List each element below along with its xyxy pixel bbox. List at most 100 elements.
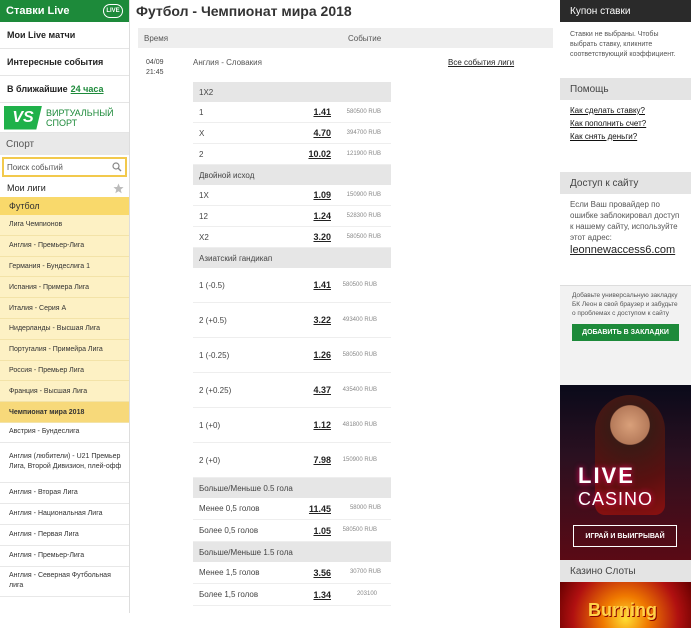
all-league-events-link[interactable]: Все события лиги — [448, 58, 514, 67]
stake-sum: 528300 RUB — [346, 212, 381, 219]
odds-row: 12 1.24 528300 RUB — [193, 206, 391, 227]
other-leagues-list: Австрия - Бундеслига Англия (любители) -… — [0, 422, 129, 597]
my-live-matches-link[interactable]: Мои Live матчи — [0, 22, 129, 49]
odds-row: 1 (+0) 1.12 481800 RUB — [193, 408, 391, 443]
outcome-label: 2 (+0) — [199, 455, 221, 465]
site-access-header: Доступ к сайту — [560, 172, 691, 194]
outcome-label: 1 (-0.25) — [199, 350, 230, 360]
odds-value[interactable]: 1.41 — [289, 107, 331, 117]
odds-value[interactable]: 4.70 — [289, 128, 331, 138]
market-header: Больше/Меньше 0.5 гола — [193, 478, 391, 498]
outcome-label: 1 — [199, 107, 204, 117]
outcome-label: 2 — [199, 149, 204, 159]
league-item[interactable]: Франция - Высшая Лига — [0, 381, 129, 403]
casino-live-text: LIVE — [578, 463, 635, 488]
markets-list: 1X2 1 1.41 580500 RUB X 4.70 394700 RUB 2 10.02 1… — [193, 82, 391, 606]
col-time: Время — [144, 34, 169, 43]
league-item[interactable]: Испания - Примера Лига — [0, 277, 129, 299]
league-item[interactable]: Португалия - Примейра Лига — [0, 339, 129, 361]
outcome-label: 1 (+0) — [199, 420, 221, 430]
odds-row: Более 0,5 голов 1.05 580500 RUB — [193, 520, 391, 542]
odds-value[interactable]: 1.34 — [289, 590, 331, 600]
site-access-text: Если Ваш провайдер по ошибке заблокирова… — [570, 200, 680, 242]
league-item[interactable]: Германия - Бундеслига 1 — [0, 256, 129, 278]
odds-row: 2 (+0) 7.98 150900 RUB — [193, 443, 391, 478]
odds-value[interactable]: 10.02 — [289, 149, 331, 159]
league-item[interactable]: Россия - Премьер Лига — [0, 360, 129, 382]
add-bookmark-button[interactable]: ДОБАВИТЬ В ЗАКЛАДКИ — [572, 324, 679, 341]
live-bets-header[interactable]: Ставки Live LIVE — [0, 0, 129, 22]
my-leagues-row[interactable]: Мои лиги — [0, 179, 129, 197]
odds-row: 2 (+0.5) 3.22 493400 RUB — [193, 303, 391, 338]
event-search-input[interactable]: Поиск событий — [2, 157, 127, 177]
stake-sum: 150900 RUB — [346, 191, 381, 198]
help-link[interactable]: Как снять деньги? — [570, 132, 681, 145]
stake-sum: 580500 RUB — [342, 281, 377, 288]
odds-row: 1 (-0.25) 1.26 580500 RUB — [193, 338, 391, 373]
virtual-line-1: ВИРТУАЛЬНЫЙ — [46, 107, 114, 118]
odds-value[interactable]: 1.09 — [289, 190, 331, 200]
league-item[interactable]: Англия - Премьер-Лига — [0, 235, 129, 257]
odds-row: 2 10.02 121900 RUB — [193, 144, 391, 165]
market-header: Больше/Меньше 1.5 гола — [193, 542, 391, 562]
league-item[interactable]: Англия (любители) - U21 Премьер Лига, Вт… — [0, 442, 129, 483]
play-and-win-button[interactable]: ИГРАЙ И ВЫИГРЫВАЙ — [573, 525, 677, 547]
odds-row: 2 (+0.25) 4.37 435400 RUB — [193, 373, 391, 408]
live-casino-banner[interactable]: LIVE CASINO ИГРАЙ И ВЫИГРЫВАЙ — [560, 385, 691, 560]
odds-value[interactable]: 11.45 — [289, 504, 331, 514]
bet-coupon-header: Купон ставки — [560, 0, 691, 22]
virtual-sport-banner[interactable]: VS ВИРТУАЛЬНЫЙ СПОРТ — [0, 103, 129, 133]
interesting-events-link[interactable]: Интересные события — [0, 49, 129, 76]
slots-banner[interactable]: Burning — [560, 582, 691, 628]
odds-value[interactable]: 1.12 — [289, 420, 331, 430]
odds-value[interactable]: 1.26 — [289, 350, 331, 360]
league-item-active[interactable]: Чемпионат мира 2018 — [0, 402, 129, 423]
search-placeholder: Поиск событий — [7, 162, 63, 172]
outcome-label: X — [199, 128, 205, 138]
stake-sum: 150900 RUB — [342, 456, 377, 463]
upcoming-label: В ближайшие — [7, 84, 68, 94]
league-item[interactable]: Австрия - Бундеслига — [0, 422, 129, 443]
casino-slots-header: Казино Слоты — [560, 560, 691, 582]
league-item[interactable]: Англия - Национальная Лига — [0, 503, 129, 525]
vs-logo: VS — [4, 105, 42, 130]
site-access-box: Если Ваш провайдер по ошибке заблокирова… — [560, 194, 691, 285]
odds-value[interactable]: 3.20 — [289, 232, 331, 242]
right-sidebar: Купон ставки Ставки не выбраны. Чтобы вы… — [560, 0, 691, 628]
market-header: Азиатский гандикап — [193, 248, 391, 268]
outcome-label: Менее 0,5 голов — [199, 504, 260, 513]
odds-value[interactable]: 7.98 — [289, 455, 331, 465]
league-item[interactable]: Нидерланды - Высшая Лига — [0, 318, 129, 340]
mirror-link[interactable]: leonnewaccess6.com — [570, 245, 681, 256]
stake-sum: 203100 — [356, 591, 377, 597]
help-links: Как сделать ставку? Как пополнить счет? … — [560, 100, 691, 172]
bookmark-text: Добавьте универсальную закладку БК Леон … — [572, 292, 678, 317]
odds-value[interactable]: 1.41 — [289, 280, 331, 290]
odds-value[interactable]: 3.22 — [289, 315, 331, 325]
odds-value[interactable]: 3.56 — [289, 568, 331, 578]
outcome-label: 1X — [199, 190, 209, 200]
football-category[interactable]: Футбол — [0, 197, 129, 215]
odds-row: Более 1,5 голов 1.34 203100 — [193, 584, 391, 606]
league-item[interactable]: Англия - Премьер-Лига — [0, 545, 129, 567]
upcoming-24h-link[interactable]: 24 часа — [71, 84, 104, 94]
slots-banner-title: Burning — [588, 600, 657, 620]
league-item[interactable]: Лига Чемпионов — [0, 215, 129, 236]
help-link[interactable]: Как пополнить счет? — [570, 119, 681, 132]
sport-section-header: Спорт — [0, 133, 129, 155]
league-item[interactable]: Англия - Северная Футбольная лига — [0, 566, 129, 597]
stake-sum: 580500 RUB — [342, 527, 377, 533]
odds-value[interactable]: 1.24 — [289, 211, 331, 221]
stake-sum: 121900 RUB — [346, 150, 381, 157]
odds-row: X2 3.20 580500 RUB — [193, 227, 391, 248]
odds-value[interactable]: 1.05 — [289, 526, 331, 536]
stake-sum: 580500 RUB — [342, 351, 377, 358]
league-item[interactable]: Италия - Серия А — [0, 298, 129, 319]
help-link[interactable]: Как сделать ставку? — [570, 106, 681, 119]
odds-row: X 4.70 394700 RUB — [193, 123, 391, 144]
live-bets-title: Ставки Live — [6, 5, 70, 17]
outcome-label: 12 — [199, 211, 208, 221]
league-item[interactable]: Англия - Вторая Лига — [0, 482, 129, 504]
odds-value[interactable]: 4.37 — [289, 385, 331, 395]
league-item[interactable]: Англия - Первая Лига — [0, 524, 129, 546]
